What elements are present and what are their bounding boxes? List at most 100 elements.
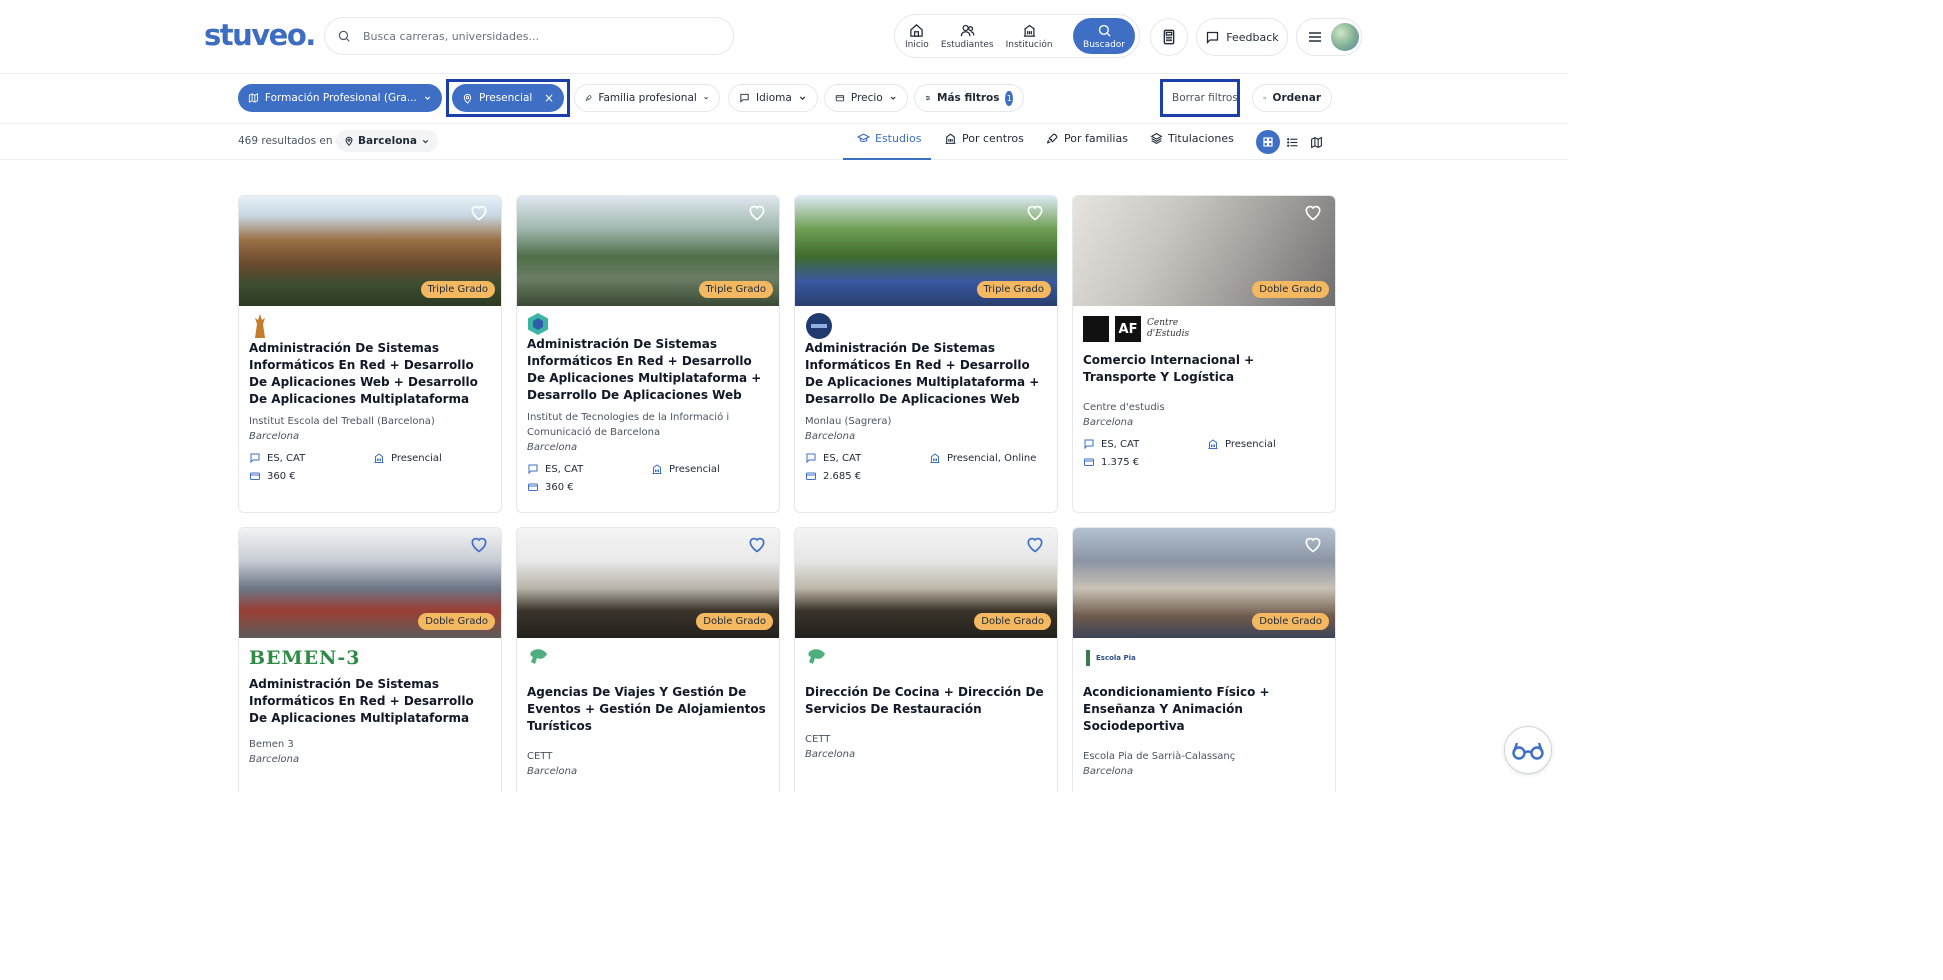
search-bar[interactable] bbox=[324, 17, 734, 55]
course-card[interactable]: Doble Grado AF Centre d'Estudis Comercio… bbox=[1072, 195, 1336, 513]
deer-logo-icon bbox=[255, 314, 265, 338]
map-view-button[interactable] bbox=[1304, 130, 1328, 154]
tab-por-familias[interactable]: Por familias bbox=[1046, 132, 1128, 145]
close-icon[interactable]: × bbox=[544, 91, 554, 105]
center-name: Monlau (Sagrera) bbox=[805, 416, 892, 427]
chat-icon bbox=[1207, 31, 1219, 44]
results-count: 469 resultados en bbox=[238, 135, 333, 147]
filter-label: Familia profesional bbox=[598, 92, 697, 104]
heart-icon[interactable] bbox=[469, 534, 489, 554]
search-icon bbox=[1098, 24, 1111, 37]
chevron-down-icon bbox=[799, 96, 806, 100]
course-card[interactable]: Triple Grado Administración De Sistemas … bbox=[794, 195, 1058, 513]
tab-label: Por centros bbox=[962, 132, 1024, 145]
degree-tag: Triple Grado bbox=[420, 281, 495, 298]
course-card[interactable]: Doble Grado Escola Pia Acondicionamiento… bbox=[1072, 527, 1336, 792]
chat-icon bbox=[806, 453, 816, 464]
search-input[interactable] bbox=[363, 29, 723, 43]
course-title: Administración De Sistemas Informáticos … bbox=[249, 341, 478, 406]
heart-icon[interactable] bbox=[747, 534, 767, 554]
filter-precio[interactable]: Precio bbox=[824, 84, 908, 112]
building-icon bbox=[930, 453, 940, 463]
course-card[interactable]: Triple Grado Administración De Sistemas … bbox=[238, 195, 502, 513]
center-logo bbox=[517, 306, 779, 336]
filter-mas-filtros[interactable]: Más filtros 1 bbox=[914, 84, 1024, 112]
filter-presencial[interactable]: Presencial × bbox=[452, 84, 564, 112]
card-image: Triple Grado bbox=[517, 196, 779, 306]
filter-formacion-profesional[interactable]: Formación Profesional (Gra... bbox=[238, 84, 442, 112]
filter-label: Formación Profesional (Gra... bbox=[264, 92, 417, 104]
nav-label: Inicio bbox=[905, 39, 929, 50]
filter-label: Presencial bbox=[479, 92, 533, 104]
card-meta: ES, CAT Presencial, Online bbox=[795, 442, 1057, 464]
chat-icon bbox=[528, 464, 538, 475]
clear-filters-label: Borrar filtros bbox=[1172, 92, 1238, 104]
languages: ES, CAT bbox=[823, 452, 862, 464]
degree-tag: Doble Grado bbox=[1252, 613, 1329, 630]
course-card[interactable]: Triple Grado Administración De Sistemas … bbox=[516, 195, 780, 513]
sort-label: Ordenar bbox=[1272, 92, 1321, 104]
center-logo bbox=[795, 306, 1057, 340]
search-icon bbox=[338, 30, 350, 42]
stuveo-logo[interactable]: stuveo. bbox=[204, 18, 316, 52]
nav-estudiantes[interactable]: Estudiantes bbox=[935, 18, 1000, 54]
tab-label: Por familias bbox=[1064, 132, 1128, 145]
map-icon bbox=[1310, 136, 1322, 148]
nav-institucion[interactable]: Institución bbox=[1000, 18, 1059, 54]
user-menu-button[interactable] bbox=[1296, 18, 1362, 56]
card-image: Doble Grado bbox=[239, 528, 501, 638]
heart-icon[interactable] bbox=[1303, 534, 1323, 554]
clear-filters-button[interactable]: Borrar filtros bbox=[1162, 84, 1238, 112]
tab-label: Estudios bbox=[875, 132, 922, 145]
card-image: Doble Grado bbox=[517, 528, 779, 638]
feedback-button[interactable]: Feedback bbox=[1196, 18, 1288, 56]
sort-button[interactable]: Ordenar bbox=[1252, 84, 1332, 112]
center-name: Bemen 3 bbox=[249, 739, 294, 750]
heart-icon[interactable] bbox=[1025, 534, 1045, 554]
chat-icon bbox=[1084, 439, 1094, 450]
course-card[interactable]: Doble Grado Dirección De Cocina + Direcc… bbox=[794, 527, 1058, 792]
city-name: Barcelona bbox=[1083, 417, 1134, 428]
course-card[interactable]: Doble Grado Agencias De Viajes Y Gestión… bbox=[516, 527, 780, 792]
city-select[interactable]: Barcelona bbox=[336, 130, 438, 152]
filter-idioma[interactable]: Idioma bbox=[728, 84, 818, 112]
center-logo: AF Centre d'Estudis bbox=[1073, 306, 1335, 346]
nav-buscador[interactable]: Buscador bbox=[1073, 18, 1135, 54]
list-view-button[interactable] bbox=[1280, 130, 1304, 154]
active-tab-underline bbox=[843, 158, 931, 160]
center-name: Institut Escola del Treball (Barcelona) bbox=[249, 416, 435, 427]
logo-mark: AF bbox=[1115, 316, 1141, 342]
price-value: 1.375 € bbox=[1101, 456, 1140, 468]
tab-por-centros[interactable]: Por centros bbox=[944, 132, 1024, 145]
modality: Presencial bbox=[669, 463, 720, 475]
tab-estudios[interactable]: Estudios bbox=[857, 132, 921, 145]
course-title: Agencias De Viajes Y Gestión De Eventos … bbox=[527, 685, 766, 733]
nav-inicio[interactable]: Inicio bbox=[899, 18, 935, 54]
card-image: Doble Grado bbox=[1073, 196, 1335, 306]
course-title: Administración De Sistemas Informáticos … bbox=[249, 677, 474, 725]
languages: ES, CAT bbox=[1101, 438, 1140, 450]
city-name: Barcelona bbox=[1083, 766, 1134, 777]
nav-label: Estudiantes bbox=[940, 39, 994, 50]
nav-label: Institución bbox=[1005, 39, 1053, 50]
chat-icon bbox=[740, 93, 749, 103]
heart-icon[interactable] bbox=[1303, 202, 1323, 222]
accessibility-button[interactable] bbox=[1504, 726, 1552, 774]
wallet-icon bbox=[806, 472, 816, 480]
tab-titulaciones[interactable]: Titulaciones bbox=[1150, 132, 1234, 145]
modality: Presencial, Online bbox=[947, 452, 1037, 464]
heart-icon[interactable] bbox=[747, 202, 767, 222]
degree-tag: Triple Grado bbox=[698, 281, 773, 298]
price-value: 360 € bbox=[267, 470, 296, 482]
city-name: Barcelona bbox=[249, 754, 300, 765]
center-logo bbox=[795, 638, 1057, 672]
grid-view-button[interactable] bbox=[1256, 130, 1280, 154]
center-name: CETT bbox=[527, 751, 553, 762]
calculator-button[interactable] bbox=[1150, 18, 1188, 56]
heart-icon[interactable] bbox=[469, 202, 489, 222]
filter-familia-profesional[interactable]: Familia profesional bbox=[574, 84, 720, 112]
building-icon bbox=[1208, 439, 1218, 449]
filters-bar: Formación Profesional (Gra... Presencial… bbox=[0, 74, 1568, 124]
course-card[interactable]: Doble Grado BEMEN-3 Administración De Si… bbox=[238, 527, 502, 792]
heart-icon[interactable] bbox=[1025, 202, 1045, 222]
